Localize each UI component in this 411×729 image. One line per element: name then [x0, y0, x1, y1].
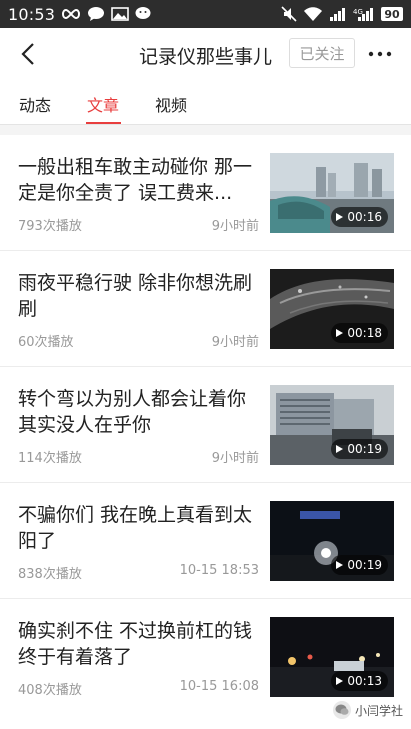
more-options-button[interactable] — [366, 40, 394, 68]
duration-badge: 00:18 — [331, 323, 388, 343]
play-icon — [336, 329, 344, 337]
tab-videos[interactable]: 视频 — [155, 92, 187, 116]
battery-icon: 90 — [381, 7, 403, 21]
signal-icon — [329, 7, 347, 21]
list-item[interactable]: 一般出租车敢主动碰你 那一定是你全责了 误工费来... 793次播放 9小时前 … — [0, 135, 411, 251]
item-title: 确实刹不住 不过换前杠的钱终于有着落了 — [18, 620, 253, 668]
item-title: 不骗你们 我在晚上真看到太阳了 — [18, 504, 253, 552]
status-time: 10:53 — [8, 4, 56, 24]
item-title: 转个弯以为别人都会让着你 其实没人在乎你 — [18, 388, 247, 436]
mute-icon — [281, 6, 297, 22]
item-play-count: 114次播放 — [18, 451, 82, 466]
list-item[interactable]: 不骗你们 我在晚上真看到太阳了 838次播放 10-15 18:53 00:19 — [0, 483, 411, 599]
tab-articles[interactable]: 文章 — [87, 92, 119, 116]
back-button[interactable] — [14, 40, 42, 68]
wifi-icon — [303, 6, 323, 22]
wechat-icon — [135, 6, 153, 22]
wechat-logo-icon — [332, 701, 351, 719]
back-arrow-icon — [21, 43, 34, 65]
item-play-count: 793次播放 — [18, 219, 82, 234]
item-time: 9小时前 — [211, 451, 259, 466]
video-thumbnail[interactable]: 00:16 — [270, 153, 394, 233]
tab-bar: 动态 文章 视频 — [0, 80, 411, 125]
play-icon — [336, 677, 344, 685]
watermark: 小闫学社 — [332, 701, 403, 719]
list-item[interactable]: 雨夜平稳行驶 除非你想洗刷刷 60次播放 9小时前 00:18 — [0, 251, 411, 367]
infinity-icon — [61, 8, 81, 20]
video-thumbnail[interactable]: 00:13 — [270, 617, 394, 697]
duration-badge: 00:19 — [331, 555, 388, 575]
svg-text:4G: 4G — [353, 8, 363, 16]
image-icon — [111, 7, 129, 21]
tab-dynamics[interactable]: 动态 — [19, 92, 51, 116]
play-icon — [336, 213, 344, 221]
duration-badge: 00:19 — [331, 439, 388, 459]
video-thumbnail[interactable]: 00:19 — [270, 385, 394, 465]
follow-button[interactable]: 已关注 — [289, 38, 355, 68]
duration-badge: 00:16 — [331, 207, 388, 227]
play-icon — [336, 561, 344, 569]
status-bar: 10:53 4G 90 — [0, 0, 411, 28]
video-thumbnail[interactable]: 00:18 — [270, 269, 394, 349]
video-duration: 00:13 — [347, 674, 382, 688]
item-time: 9小时前 — [211, 219, 259, 234]
watermark-text: 小闫学社 — [354, 703, 403, 718]
item-title: 一般出租车敢主动碰你 那一定是你全责了 误工费来... — [18, 156, 253, 204]
item-play-count: 408次播放 — [18, 683, 82, 698]
video-thumbnail[interactable]: 00:19 — [270, 501, 394, 581]
more-dots-icon — [368, 51, 392, 57]
signal-4g-icon: 4G — [353, 7, 375, 21]
item-time: 9小时前 — [211, 335, 259, 350]
item-play-count: 60次播放 — [18, 335, 74, 350]
item-time: 10-15 18:53 — [179, 563, 259, 578]
video-duration: 00:19 — [347, 558, 382, 572]
active-tab-indicator — [86, 122, 121, 124]
item-time: 10-15 16:08 — [179, 679, 259, 694]
video-duration: 00:18 — [347, 326, 382, 340]
item-play-count: 838次播放 — [18, 567, 82, 582]
video-list: 一般出租车敢主动碰你 那一定是你全责了 误工费来... 793次播放 9小时前 … — [0, 135, 411, 715]
video-duration: 00:19 — [347, 442, 382, 456]
section-divider — [0, 125, 411, 135]
nav-bar: 记录仪那些事儿 已关注 — [0, 28, 411, 80]
duration-badge: 00:13 — [331, 671, 388, 691]
play-icon — [336, 445, 344, 453]
list-item[interactable]: 转个弯以为别人都会让着你 其实没人在乎你 114次播放 9小时前 00:19 — [0, 367, 411, 483]
video-duration: 00:16 — [347, 210, 382, 224]
item-title: 雨夜平稳行驶 除非你想洗刷刷 — [18, 272, 253, 320]
chat-bubble-icon — [87, 6, 105, 22]
list-item[interactable]: 确实刹不住 不过换前杠的钱终于有着落了 408次播放 10-15 16:08 0… — [0, 599, 411, 715]
